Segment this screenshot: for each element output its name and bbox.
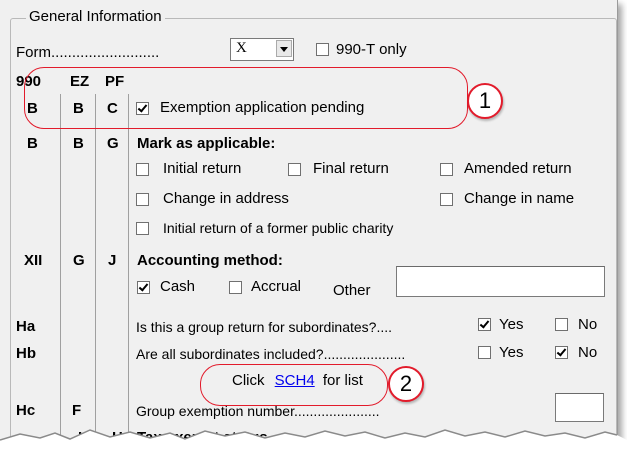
- mark-col-ez: B: [73, 135, 84, 152]
- callout-outline-2: [200, 364, 388, 406]
- group-exemption-input[interactable]: [555, 393, 604, 422]
- group-return-question: Is this a group return for subordinates?…: [136, 319, 393, 335]
- group-return-yes-label: Yes: [499, 316, 524, 333]
- callout-outline-1: [24, 67, 468, 129]
- initial-former-charity-label: Initial return of a former public charit…: [163, 220, 394, 236]
- mark-col-990: B: [27, 135, 38, 152]
- group-title: General Information: [26, 8, 165, 26]
- group-exemption-col-ez: F: [72, 402, 82, 419]
- other-method-input[interactable]: [396, 266, 605, 297]
- mark-col-pf: G: [107, 135, 119, 152]
- final-return-checkbox[interactable]: [288, 163, 301, 176]
- mark-applicable-heading: Mark as applicable:: [137, 135, 276, 152]
- form-select-value: X: [236, 40, 247, 56]
- accounting-method-heading: Accounting method:: [137, 252, 283, 269]
- group-return-col-990: Ha: [16, 318, 36, 335]
- column-divider: [95, 94, 96, 440]
- 990t-only-checkbox[interactable]: [316, 43, 329, 56]
- initial-return-label: Initial return: [163, 160, 242, 177]
- torn-edge-decoration: [0, 429, 627, 458]
- accrual-label: Accrual: [251, 278, 302, 295]
- form-select[interactable]: X: [230, 38, 294, 61]
- change-name-label: Change in name: [464, 190, 575, 207]
- group-return-no-checkbox[interactable]: [555, 318, 568, 331]
- change-address-checkbox[interactable]: [136, 193, 149, 206]
- accounting-col-990: XII: [24, 252, 43, 269]
- amended-return-checkbox[interactable]: [440, 163, 453, 176]
- form-label: Form..........................: [16, 44, 159, 62]
- form-dot-leader: ..........................: [51, 44, 160, 61]
- column-divider: [60, 94, 61, 440]
- subordinates-yes-label: Yes: [499, 344, 524, 361]
- subordinates-no-checkbox[interactable]: [555, 346, 568, 359]
- general-information-panel: General Information Form................…: [0, 0, 618, 440]
- cash-checkbox[interactable]: [137, 281, 150, 294]
- subordinates-yes-checkbox[interactable]: [478, 346, 491, 359]
- change-name-checkbox[interactable]: [440, 193, 453, 206]
- column-divider: [128, 94, 129, 440]
- chevron-down-icon[interactable]: [276, 40, 292, 57]
- subordinates-col-990: Hb: [16, 345, 36, 362]
- change-address-label: Change in address: [163, 190, 289, 207]
- accounting-col-ez: G: [73, 252, 85, 269]
- 990t-only-label: 990-T only: [336, 41, 407, 58]
- callout-badge-2: 2: [388, 366, 424, 402]
- final-return-label: Final return: [313, 160, 389, 177]
- accounting-col-pf: J: [108, 252, 117, 269]
- group-return-no-label: No: [578, 316, 598, 333]
- group-exemption-col-990: Hc: [16, 402, 36, 419]
- group-return-yes-checkbox[interactable]: [478, 318, 491, 331]
- other-label: Other: [333, 282, 371, 299]
- subordinates-no-label: No: [578, 344, 598, 361]
- cash-label: Cash: [160, 278, 196, 295]
- amended-return-label: Amended return: [464, 160, 572, 177]
- initial-former-charity-checkbox[interactable]: [136, 222, 149, 235]
- form-label-text: Form: [16, 44, 51, 61]
- callout-badge-1: 1: [467, 83, 503, 119]
- subordinates-question: Are all subordinates included?..........…: [136, 346, 406, 362]
- initial-return-checkbox[interactable]: [136, 163, 149, 176]
- accrual-checkbox[interactable]: [229, 281, 242, 294]
